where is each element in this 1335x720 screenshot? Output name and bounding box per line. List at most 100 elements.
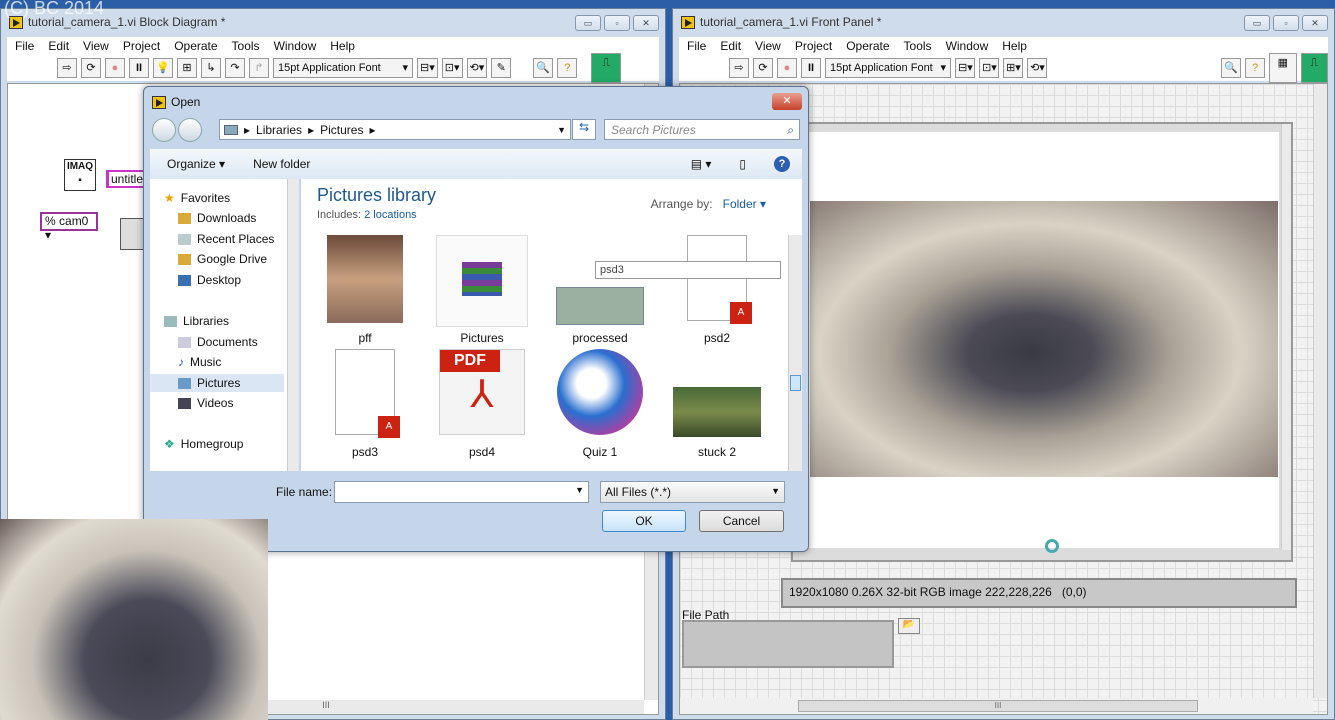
nav-documents[interactable]: Documents (150, 333, 284, 351)
menu-view[interactable]: View (83, 39, 109, 53)
address-bar[interactable]: ▸ Libraries ▸ Pictures ▸ ▼ (219, 119, 571, 140)
resize-icon[interactable]: ⊞▾ (1003, 58, 1024, 78)
align-icon[interactable]: ⊟▾ (417, 58, 438, 78)
menu-view[interactable]: View (755, 39, 781, 53)
help-icon[interactable]: ? (774, 156, 790, 172)
nav-pictures[interactable]: Pictures (150, 374, 284, 392)
abort-icon[interactable]: ● (105, 58, 125, 78)
pause-icon[interactable]: II (129, 58, 149, 78)
nav-music[interactable]: ♪ Music (150, 353, 284, 371)
preview-pane-icon[interactable]: ▯ (739, 157, 746, 171)
image-vertical-scrollbar[interactable] (1281, 124, 1291, 550)
run-arrow-icon[interactable]: ⇨ (729, 58, 749, 78)
content-scrollbar[interactable] (788, 235, 802, 471)
webcam-overlay (0, 519, 268, 720)
cleanup-icon[interactable]: ✎ (491, 58, 512, 78)
refresh-button[interactable]: ⇆ (572, 119, 596, 140)
menu-window[interactable]: Window (274, 39, 317, 53)
minimize-button[interactable]: ▭ (1244, 15, 1270, 31)
search-icon[interactable]: ⌕ (787, 123, 794, 138)
close-button[interactable]: ✕ (1302, 15, 1328, 31)
scroll-thumb[interactable]: III (798, 700, 1198, 712)
menu-project[interactable]: Project (123, 39, 160, 53)
step-into-icon[interactable]: ↳ (201, 58, 221, 78)
abort-icon[interactable]: ● (777, 58, 797, 78)
address-dropdown-icon[interactable]: ▼ (557, 125, 566, 135)
scroll-thumb[interactable] (790, 375, 801, 391)
font-select[interactable]: 15pt Application Font (273, 58, 413, 78)
webcam-image (810, 201, 1278, 477)
breadcrumb-pictures[interactable]: Pictures (320, 123, 363, 137)
imaq-node[interactable]: IMAQ ▪ (64, 159, 96, 191)
pause-icon[interactable]: II (801, 58, 821, 78)
maximize-button[interactable]: ▫ (604, 15, 630, 31)
minimize-button[interactable]: ▭ (575, 15, 601, 31)
run-continuously-icon[interactable]: ⟳ (753, 58, 773, 78)
app-icon (557, 349, 643, 435)
connector-pane-icon[interactable]: ▦ (1269, 53, 1297, 83)
cancel-button[interactable]: Cancel (699, 510, 784, 532)
forward-button[interactable] (178, 118, 202, 142)
documents-icon (178, 336, 191, 348)
chevron-down-icon[interactable]: ▼ (575, 485, 584, 495)
distribute-icon[interactable]: ⊡▾ (979, 58, 1000, 78)
highlight-bulb-icon[interactable]: 💡 (153, 58, 173, 78)
maximize-button[interactable]: ▫ (1273, 15, 1299, 31)
new-folder-button[interactable]: New folder (253, 157, 310, 171)
nav-homegroup[interactable]: ❖ Homegroup (150, 435, 284, 453)
search-icon[interactable]: 🔍 (1221, 58, 1242, 78)
organize-button[interactable]: Organize ▾ (167, 157, 225, 171)
menu-edit[interactable]: Edit (48, 39, 69, 53)
menu-file[interactable]: File (687, 39, 706, 53)
menu-operate[interactable]: Operate (846, 39, 889, 53)
menu-project[interactable]: Project (795, 39, 832, 53)
locations-link[interactable]: 2 locations (364, 209, 417, 221)
back-button[interactable] (152, 118, 176, 142)
image-display[interactable] (791, 122, 1293, 562)
close-button[interactable]: ✕ (772, 93, 802, 110)
nav-libraries[interactable]: Libraries (150, 312, 284, 330)
menu-help[interactable]: Help (1002, 39, 1027, 53)
arrange-dropdown[interactable]: Folder ▾ (723, 197, 766, 211)
nav-downloads[interactable]: Downloads (150, 209, 284, 227)
vertical-scrollbar[interactable] (1313, 84, 1327, 698)
view-options-icon[interactable]: ▤ ▾ (691, 157, 712, 171)
retain-wire-icon[interactable]: ⊞ (177, 58, 197, 78)
close-button[interactable]: ✕ (633, 15, 659, 31)
menu-operate[interactable]: Operate (174, 39, 217, 53)
file-name-input[interactable]: ▼ (334, 481, 589, 503)
run-continuously-icon[interactable]: ⟳ (81, 58, 101, 78)
nav-scrollbar[interactable] (287, 179, 299, 471)
browse-folder-button[interactable]: 📂 (898, 618, 920, 634)
nav-videos[interactable]: Videos (150, 394, 284, 412)
menu-window[interactable]: Window (946, 39, 989, 53)
file-path-input[interactable] (682, 620, 894, 668)
search-icon[interactable]: 🔍 (533, 58, 554, 78)
menu-edit[interactable]: Edit (720, 39, 741, 53)
breadcrumb-libraries[interactable]: Libraries (256, 123, 302, 137)
step-over-icon[interactable]: ↷ (225, 58, 245, 78)
menu-file[interactable]: File (15, 39, 34, 53)
reorder-icon[interactable]: ⟲▾ (466, 58, 488, 78)
step-out-icon[interactable]: ↱ (249, 58, 269, 78)
nav-google-drive[interactable]: Google Drive (150, 250, 284, 268)
recent-icon (178, 233, 191, 245)
menu-tools[interactable]: Tools (232, 39, 260, 53)
camera-name-control[interactable]: % cam0 ▾ (40, 212, 98, 242)
font-select[interactable]: 15pt Application Font (825, 58, 952, 78)
ok-button[interactable]: OK (602, 510, 686, 532)
horizontal-scrollbar[interactable]: III (680, 698, 1313, 714)
run-arrow-icon[interactable]: ⇨ (57, 58, 77, 78)
search-input[interactable]: Search Pictures ⌕ (604, 119, 800, 140)
nav-recent-places[interactable]: Recent Places (150, 230, 284, 248)
distribute-icon[interactable]: ⊡▾ (441, 58, 463, 78)
menu-tools[interactable]: Tools (904, 39, 932, 53)
nav-desktop[interactable]: Desktop (150, 271, 284, 289)
file-type-select[interactable]: All Files (*.*) ▼ (600, 481, 785, 503)
reorder-icon[interactable]: ⟲▾ (1027, 58, 1048, 78)
nav-favorites[interactable]: ★ Favorites (150, 189, 284, 207)
help-icon[interactable]: ? (557, 58, 578, 78)
help-icon[interactable]: ? (1245, 58, 1266, 78)
menu-help[interactable]: Help (330, 39, 355, 53)
align-icon[interactable]: ⊟▾ (955, 58, 976, 78)
